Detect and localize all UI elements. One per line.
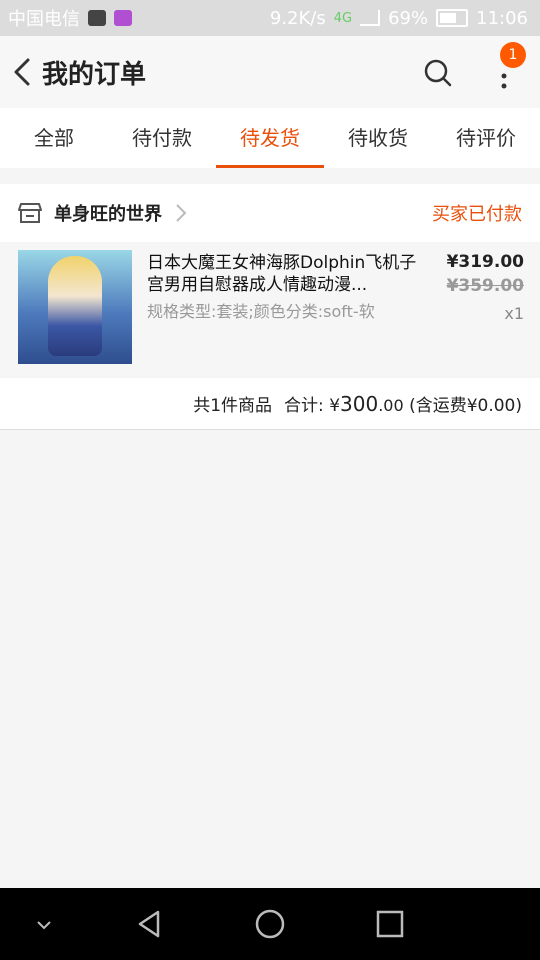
status-bar: 中国电信 9.2K/s 4G 69% 11:06 [0, 0, 540, 36]
system-nav-bar [0, 888, 540, 960]
total: 合计: ¥300.00 (含运费¥0.00) [284, 391, 522, 416]
tab-all[interactable]: 全部 [0, 108, 108, 168]
total-currency: ¥ [329, 396, 341, 416]
order-status: 买家已付款 [432, 204, 522, 225]
nav-home-button[interactable] [250, 904, 290, 944]
product-image-figure [48, 256, 102, 356]
battery-icon [436, 9, 469, 27]
product-price: ¥319.00 [446, 252, 524, 272]
shipping-fee: (含运费¥0.00) [409, 396, 522, 416]
product-quantity: x1 [504, 304, 524, 323]
store-icon [18, 203, 42, 223]
tab-pending-payment[interactable]: 待付款 [108, 108, 216, 168]
search-button[interactable] [423, 58, 453, 88]
product-thumbnail [18, 250, 132, 364]
gallery-notification-icon [114, 10, 132, 26]
nav-recents-button[interactable] [370, 904, 410, 944]
app-notification-icon [88, 10, 106, 26]
product-title: 日本大魔王女神海豚Dolphin飞机子宫男用自慰器成人情趣动漫... [147, 253, 417, 295]
chevron-right-icon [176, 204, 187, 222]
battery-percent: 69% [388, 7, 429, 29]
signal-icon [360, 10, 381, 26]
recents-square-icon [376, 910, 404, 938]
carrier-label: 中国电信 [8, 9, 80, 30]
order-item[interactable]: 日本大魔王女神海豚Dolphin飞机子宫男用自慰器成人情趣动漫... 规格类型:… [0, 242, 540, 376]
back-triangle-icon [138, 910, 160, 938]
hide-nav-button[interactable] [24, 904, 64, 944]
item-count: 共1件商品 [193, 396, 273, 416]
network-type: 4G [333, 10, 353, 26]
total-decimal: .00 [378, 396, 404, 415]
back-arrow-icon [14, 58, 30, 86]
order-summary: 共1件商品 合计: ¥300.00 (含运费¥0.00) [0, 378, 540, 430]
status-left: 中国电信 [0, 5, 132, 31]
tab-pending-shipment[interactable]: 待发货 [216, 108, 324, 168]
notification-badge: 1 [500, 42, 526, 68]
tab-pending-review[interactable]: 待评价 [432, 108, 540, 168]
page-title: 我的订单 [42, 59, 147, 90]
product-original-price: ¥359.00 [446, 276, 524, 296]
home-circle-icon [255, 909, 285, 939]
product-spec: 规格类型:套装;颜色分类:soft-软 [147, 302, 375, 321]
shop-row[interactable]: 单身旺的世界 买家已付款 [0, 184, 540, 242]
chevron-down-icon [37, 921, 51, 930]
network-speed: 9.2K/s [269, 7, 326, 29]
total-amount: 300 [340, 392, 379, 416]
status-right: 9.2K/s 4G 69% 11:06 [270, 8, 540, 29]
nav-back-button[interactable] [130, 904, 170, 944]
top-app-bar: 我的订单 1 [0, 36, 540, 108]
tab-pending-receipt[interactable]: 待收货 [324, 108, 432, 168]
shop-name: 单身旺的世界 [54, 204, 162, 225]
total-label: 合计: [284, 396, 324, 416]
order-tabs: 全部 待付款 待发货 待收货 待评价 [0, 108, 540, 168]
back-button[interactable] [6, 56, 38, 88]
search-icon [424, 59, 452, 87]
clock: 11:06 [476, 7, 528, 29]
